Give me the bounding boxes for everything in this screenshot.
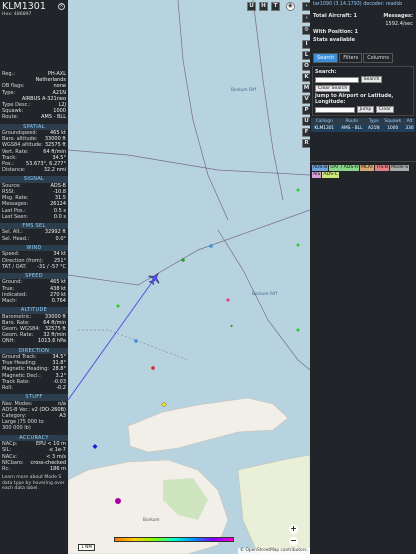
jump-label: Jump to Airport or Latitude, Longitude: xyxy=(315,93,394,105)
detail-value: 0.0 s xyxy=(53,213,66,220)
column-header-route[interactable]: Route xyxy=(337,118,367,126)
map-scale: 1 NM xyxy=(78,544,96,551)
tab-search[interactable]: Search xyxy=(313,53,339,63)
map-label-borkum-riff: Borkum Riff xyxy=(231,88,257,93)
table-row[interactable]: KLM1301 AMS - BLL A21N 1000 330 xyxy=(311,125,415,133)
zoom-out-button[interactable]: − xyxy=(289,537,298,546)
detail-label: QNH: xyxy=(2,338,16,345)
detail-value: 0.0° xyxy=(55,235,66,242)
search-input[interactable] xyxy=(315,76,359,83)
map-view[interactable]: Borkum Riff Borkum Riff Borkum U H T ◉ +… xyxy=(68,0,310,554)
table-cell: KLM1301 xyxy=(311,125,338,133)
table-cell: A21N xyxy=(366,125,382,133)
source-badge-tis-b: TIS-B xyxy=(375,165,390,172)
altitude-legend xyxy=(114,537,234,542)
detail-label: TAT / OAT: xyxy=(2,263,27,270)
messages-label: Messages: xyxy=(383,13,413,19)
detail-label: Distance: xyxy=(2,167,26,174)
source-badge-ais: AIS xyxy=(312,172,322,179)
detail-value: 0.764 xyxy=(51,297,66,304)
column-header-alt[interactable]: Alt xyxy=(404,118,415,126)
aircraft-list-panel: tar1090 (3.14.1793) decoder: readsb Tota… xyxy=(310,0,416,554)
map-credit: © OpenStreetMap contributors. xyxy=(237,548,310,554)
source-badge-ads-b: ADS-B xyxy=(312,165,329,172)
layers-icon[interactable]: ◉ xyxy=(286,2,295,11)
source-badge-mode-s: Mode-S xyxy=(390,165,410,172)
map-button-u[interactable]: U xyxy=(247,2,256,11)
aircraft-hex: Hex: 486897 xyxy=(2,12,32,17)
detail-label: 300 000 lb) xyxy=(2,425,31,432)
app-window: KLM1301 Hex: 486897 × Reg.: PH-AXL Netherl… xyxy=(0,0,416,554)
details-sections: SPATIAL Groundspeed: 465 kt Baro. altitude:… xyxy=(0,123,68,475)
aircraft-identity-rows: Reg.: PH-AXL Netherlands DB flags: none Type:… xyxy=(0,71,68,121)
map-label-borkum: Borkum xyxy=(143,518,160,523)
with-position: With Position: 1 xyxy=(313,29,359,35)
detail-value: 1013.6 hPa xyxy=(37,338,66,345)
close-icon[interactable]: × xyxy=(58,3,65,10)
stats-line[interactable]: Stats available xyxy=(310,36,416,44)
clear-jump-button[interactable]: Clear xyxy=(375,106,394,114)
aircraft-table: Callsign Route Type Squawk Alt KLM1301 AMS - … xyxy=(311,118,415,133)
tab-filters[interactable]: Filters xyxy=(339,53,363,63)
clear-search-button[interactable]: Clear Search xyxy=(315,85,351,92)
detail-value: AMS - BLL xyxy=(41,114,66,121)
detail-value: A3 xyxy=(59,413,66,420)
source-badge-uat-ads-r: UAT / ADS-R xyxy=(329,165,360,172)
detail-label: Rc: xyxy=(2,465,10,472)
map-button-t[interactable]: T xyxy=(271,2,280,11)
photo-placeholder xyxy=(0,19,68,71)
detail-label: Type: xyxy=(2,89,16,96)
column-header-type[interactable]: Type xyxy=(366,118,382,126)
version-line[interactable]: tar1090 (3.14.1793) decoder: readsb xyxy=(310,0,416,12)
table-cell: AMS - BLL xyxy=(337,125,367,133)
details-header: KLM1301 Hex: 486897 × xyxy=(0,0,68,19)
detail-value: -0.2 xyxy=(56,385,66,391)
detail-label: Sel. Head.: xyxy=(2,235,30,242)
column-header-squawk[interactable]: Squawk xyxy=(381,118,405,126)
search-label: Search: xyxy=(315,69,337,75)
table-cell: 330 xyxy=(404,125,415,133)
source-legend: ADS-B UAT / ADS-R MLAT TIS-B Mode-S AIS ADS-C xyxy=(310,162,416,180)
total-aircraft: Total Aircraft: 1 xyxy=(313,13,358,19)
detail-label: Route: xyxy=(2,114,19,121)
source-badge-mlat: MLAT xyxy=(360,165,375,172)
zoom-in-button[interactable]: + xyxy=(289,525,298,534)
detail-label: Roll: xyxy=(2,385,13,391)
help-note: Learn more about Mode S data type by hov… xyxy=(2,475,65,492)
detail-value: -31 / -57 °C xyxy=(37,263,66,270)
table-cell: 1000 xyxy=(381,125,405,133)
panel-tabs: Search Filters Columns xyxy=(310,52,416,64)
search-button[interactable]: Search xyxy=(360,76,383,83)
jump-input[interactable] xyxy=(315,106,355,113)
detail-value: 186 m xyxy=(49,465,66,472)
detail-value: 32.2 nmi xyxy=(43,167,66,174)
detail-label: Last Seen: xyxy=(2,213,29,220)
aircraft-details-panel: KLM1301 Hex: 486897 × Reg.: PH-AXL Netherl… xyxy=(0,0,68,554)
tab-columns[interactable]: Columns xyxy=(363,53,393,63)
map-canvas xyxy=(68,0,310,554)
source-badge-ads-c: ADS-C xyxy=(322,172,339,179)
map-button-h[interactable]: H xyxy=(259,2,268,11)
jump-button[interactable]: Jump xyxy=(356,106,375,114)
messages-value: 1592.4/sec xyxy=(385,21,413,27)
detail-label: Reg.: xyxy=(2,71,15,77)
detail-label: Mach: xyxy=(2,297,17,304)
column-header-callsign[interactable]: Callsign xyxy=(311,118,338,126)
map-label-borkum-riff-2: Borkum Riff xyxy=(252,292,278,297)
